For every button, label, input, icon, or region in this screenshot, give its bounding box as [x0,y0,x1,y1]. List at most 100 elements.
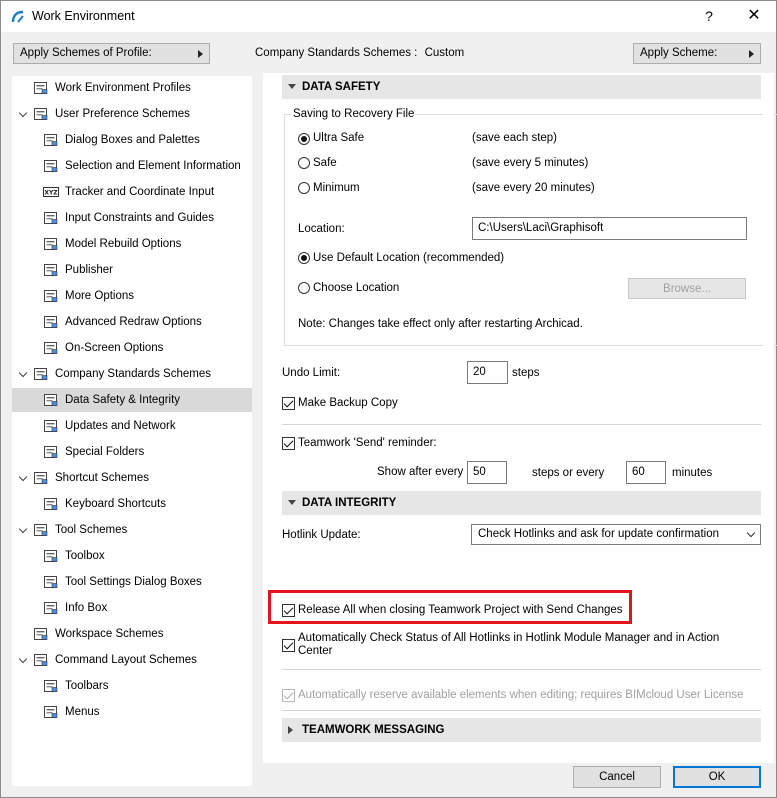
more-options-icon [44,290,58,302]
tree-item-publisher[interactable]: Publisher [12,258,252,282]
teamwork-reminder-checkbox[interactable] [282,437,295,450]
chevron-down-icon[interactable] [18,472,28,482]
auto-check-hotlinks-checkbox[interactable] [282,639,295,652]
radio-safe[interactable] [298,157,310,169]
tree-item-on-screen-options[interactable]: On-Screen Options [12,336,252,360]
hotlink-update-dropdown[interactable]: Check Hotlinks and ask for update confir… [471,524,761,545]
tree-item-tool-settings-dialog-boxes[interactable]: Tool Settings Dialog Boxes [12,570,252,594]
tool-settings-icon [44,576,58,588]
tree-item-workspace-schemes[interactable]: Workspace Schemes [12,622,252,646]
tree-item-label: Tool Schemes [55,524,128,536]
undo-limit-field[interactable]: 20 [467,361,508,384]
minutes-label: minutes [672,467,713,479]
tree-item-label: Toolbars [65,680,109,692]
toolbox-icon [44,550,58,562]
teamwork-reminder-label: Teamwork 'Send' reminder: [298,437,437,449]
divider [282,710,761,711]
tree-item-label: Input Constraints and Guides [65,212,214,224]
tree-item-command-layout-schemes[interactable]: Command Layout Schemes [12,648,252,672]
tree-item-tool-schemes[interactable]: Tool Schemes [12,518,252,542]
tree-item-label: Shortcut Schemes [55,472,149,484]
tree-item-label: Toolbox [65,550,105,562]
tree-item-company-standards-schemes[interactable]: Company Standards Schemes [12,362,252,386]
radio-ultra-safe-label: Ultra Safe [313,132,365,144]
tree-item-label: Command Layout Schemes [55,654,197,666]
chevron-down-icon[interactable] [18,524,28,534]
chevron-down-icon[interactable] [18,368,28,378]
location-label: Location: [298,223,345,235]
tree-item-dialog-boxes-and-palettes[interactable]: Dialog Boxes and Palettes [12,128,252,152]
tree-item-toolbars[interactable]: Toolbars [12,674,252,698]
title-bar: Work Environment ? ✕ [1,1,776,32]
apply-scheme-label: Apply Scheme: [640,47,718,59]
tree-item-tracker-and-coordinate-input[interactable]: XYZ Tracker and Coordinate Input [12,180,252,204]
apply-profile-button[interactable]: Apply Schemes of Profile: [13,43,210,64]
tree-item-label: Tracker and Coordinate Input [65,186,215,198]
undo-limit-unit: steps [512,367,540,379]
minimum-desc: (save every 20 minutes) [472,182,595,194]
divider [282,424,761,425]
tree-item-updates-and-network[interactable]: Updates and Network [12,414,252,438]
archicad-app-icon [10,9,26,25]
tracker-icon: XYZ [43,187,59,197]
ok-button[interactable]: OK [673,766,761,788]
close-button[interactable]: ✕ [742,5,766,27]
browse-button[interactable]: Browse... [628,278,746,299]
chevron-down-icon[interactable] [18,654,28,664]
tree-item-work-environment-profiles[interactable]: Work Environment Profiles [12,76,252,100]
section-title: TEAMWORK MESSAGING [302,724,445,736]
reminder-steps-field[interactable]: 50 [467,461,507,484]
tree-item-data-safety-integrity[interactable]: Data Safety & Integrity [12,388,252,412]
settings-content: DATA SAFETY Saving to Recovery File Ultr… [263,73,777,763]
tree-item-label: Special Folders [65,446,145,458]
radio-choose-location[interactable] [298,282,310,294]
backup-label: Make Backup Copy [298,397,398,409]
publisher-icon [44,264,58,276]
workspace-icon [34,628,48,640]
help-button[interactable]: ? [698,5,720,27]
reminder-minutes-field[interactable]: 60 [626,461,666,484]
tree-item-label: Tool Settings Dialog Boxes [65,576,202,588]
keyboard-shortcuts-icon [44,498,58,510]
tree-item-label: Data Safety & Integrity [65,394,181,406]
tree-item-toolbox[interactable]: Toolbox [12,544,252,568]
chevron-down-icon [746,528,756,538]
arrow-right-icon [198,50,203,58]
company-standards-label: Company Standards Schemes : Custom [255,47,464,59]
collapse-triangle-icon [288,500,296,505]
tree-item-label: Selection and Element Information [65,160,241,172]
tree-item-advanced-redraw-options[interactable]: Advanced Redraw Options [12,310,252,334]
section-data-integrity[interactable]: DATA INTEGRITY [282,491,761,515]
auto-reserve-checkbox[interactable] [282,689,295,702]
radio-minimum[interactable] [298,182,310,194]
release-all-checkbox[interactable] [282,604,295,617]
scrollbar[interactable] [763,73,774,763]
tree-item-keyboard-shortcuts[interactable]: Keyboard Shortcuts [12,492,252,516]
tree-item-selection-and-element-information[interactable]: Selection and Element Information [12,154,252,178]
tree-item-info-box[interactable]: Info Box [12,596,252,620]
section-teamwork-messaging[interactable]: TEAMWORK MESSAGING [282,718,761,742]
tree-item-more-options[interactable]: More Options [12,284,252,308]
location-field[interactable]: C:\Users\Laci\Graphisoft [472,217,747,240]
tree-item-label: On-Screen Options [65,342,164,354]
tree-item-model-rebuild-options[interactable]: Model Rebuild Options [12,232,252,256]
collapse-triangle-icon [288,84,296,89]
input-constraints-icon [44,212,58,224]
backup-checkbox[interactable] [282,397,295,410]
folder-icon [44,446,58,458]
chevron-down-icon[interactable] [18,108,28,118]
section-data-safety[interactable]: DATA SAFETY [282,75,761,99]
svg-text:XYZ: XYZ [44,190,58,197]
tree-item-input-constraints-and-guides[interactable]: Input Constraints and Guides [12,206,252,230]
cancel-button[interactable]: Cancel [573,766,661,788]
tree-item-shortcut-schemes[interactable]: Shortcut Schemes [12,466,252,490]
radio-default-location[interactable] [298,252,310,264]
radio-ultra-safe[interactable] [298,133,310,145]
tree-item-menus[interactable]: Menus [12,700,252,724]
shortcut-schemes-icon [34,472,48,484]
tree-item-special-folders[interactable]: Special Folders [12,440,252,464]
tree-item-label: Menus [65,706,100,718]
tree-item-user-preference-schemes[interactable]: User Preference Schemes [12,102,252,126]
section-title: DATA INTEGRITY [302,497,397,509]
apply-scheme-button[interactable]: Apply Scheme: [633,43,761,64]
